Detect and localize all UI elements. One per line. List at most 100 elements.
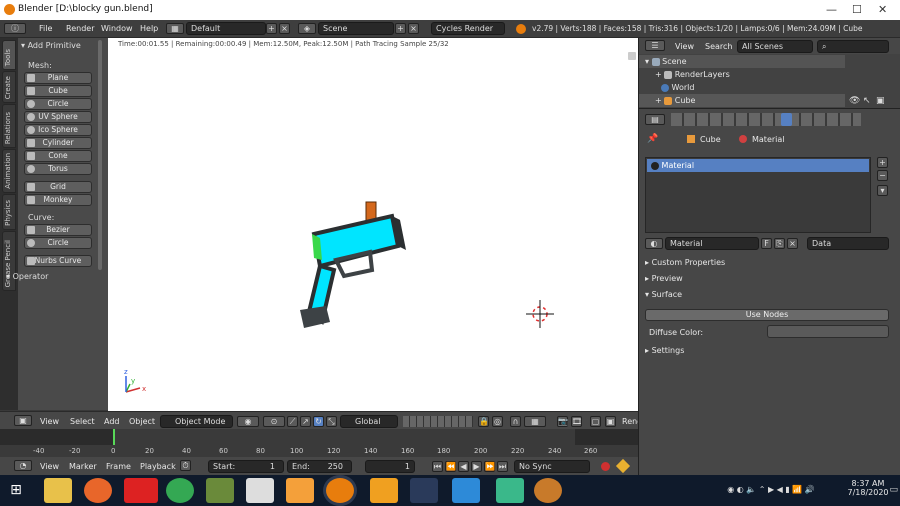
3d-cursor[interactable] bbox=[526, 300, 554, 328]
fake-user-button[interactable]: F bbox=[761, 238, 772, 249]
layer-buttons[interactable] bbox=[403, 416, 473, 427]
jump-end-button[interactable]: ⏭ bbox=[497, 461, 508, 472]
panel-settings[interactable]: ▸ Settings bbox=[645, 344, 895, 358]
play-button[interactable]: ▶ bbox=[471, 461, 482, 472]
tab-grease-pencil[interactable]: Grease Pencil bbox=[2, 231, 16, 291]
proportional-edit-button[interactable]: ◎ bbox=[492, 416, 503, 427]
shield-app-icon[interactable] bbox=[534, 478, 562, 503]
outliner-menu-search[interactable]: Search bbox=[705, 42, 732, 51]
add-primitive-header[interactable]: ▾ Add Primitive bbox=[21, 41, 81, 50]
panel-custom-properties[interactable]: ▸ Custom Properties bbox=[645, 256, 895, 270]
timeline-menu-playback[interactable]: Playback bbox=[140, 462, 176, 471]
scene-selector[interactable]: Scene bbox=[318, 22, 394, 35]
steam-icon[interactable] bbox=[410, 478, 438, 503]
outliner-item-scene[interactable]: ▾ Scene bbox=[639, 55, 845, 68]
menu-file[interactable]: File bbox=[39, 24, 52, 33]
rotate-manipulator[interactable]: ↻ bbox=[313, 416, 324, 427]
play-reverse-button[interactable]: ◀ bbox=[458, 461, 469, 472]
panel-surface[interactable]: ▾ Surface bbox=[645, 288, 895, 302]
lock-layers-button[interactable]: 🔒 bbox=[478, 416, 489, 427]
gun-model[interactable] bbox=[300, 201, 406, 328]
minimize-button[interactable]: — bbox=[826, 3, 837, 16]
mode-selector[interactable]: Object Mode bbox=[160, 415, 233, 428]
add-circle-button[interactable]: Circle bbox=[24, 98, 92, 110]
viewport-menu-select[interactable]: Select bbox=[70, 417, 95, 426]
editor-type-cube-icon[interactable]: ▣ bbox=[14, 415, 32, 426]
scratch-icon[interactable] bbox=[286, 478, 314, 503]
menu-window[interactable]: Window bbox=[101, 24, 133, 33]
operator-panel-header[interactable]: ▾ Operator bbox=[6, 272, 48, 281]
properties-editor-icon[interactable]: ▤ bbox=[645, 114, 665, 125]
tray-icons[interactable]: ◉ ◐ 🔈 ⌃ ▶ ◀ ▮ 📶 🔊 bbox=[716, 485, 826, 495]
opengl-anim-button[interactable]: 🎞 bbox=[571, 416, 582, 427]
keying-set-icon[interactable] bbox=[615, 458, 631, 474]
viewport-menu-object[interactable]: Object bbox=[129, 417, 155, 426]
timeline-menu-view[interactable]: View bbox=[40, 462, 59, 471]
minecraft-icon[interactable] bbox=[206, 478, 234, 503]
tab-physics[interactable]: Physics bbox=[2, 194, 16, 230]
cube-app-icon[interactable] bbox=[496, 478, 524, 503]
scale-manipulator[interactable]: ⤡ bbox=[326, 416, 337, 427]
3d-viewport[interactable]: Time:00:01.55 | Remaining:00:00.49 | Mem… bbox=[108, 38, 638, 411]
add-grid-button[interactable]: Grid bbox=[24, 181, 92, 193]
add-uv-sphere-button[interactable]: UV Sphere bbox=[24, 111, 92, 123]
preview-range-button[interactable]: ⏱ bbox=[180, 460, 191, 471]
scene-icon[interactable]: ◈ bbox=[298, 23, 316, 34]
menu-render[interactable]: Render bbox=[66, 24, 94, 33]
outliner-menu-view[interactable]: View bbox=[675, 42, 694, 51]
timeline-editor-icon[interactable]: ◔ bbox=[14, 460, 32, 471]
timeline-menu-frame[interactable]: Frame bbox=[106, 462, 131, 471]
add-cone-button[interactable]: Cone bbox=[24, 150, 92, 162]
new-material-button[interactable]: ⎘ bbox=[774, 238, 785, 249]
maximize-button[interactable]: ☐ bbox=[852, 3, 862, 16]
diffuse-color-swatch[interactable] bbox=[767, 325, 889, 338]
layout-selector[interactable]: Default bbox=[186, 22, 266, 35]
prev-keyframe-button[interactable]: ⏪ bbox=[445, 461, 456, 472]
outliner-item-world[interactable]: World bbox=[639, 81, 845, 94]
start-frame-field[interactable]: Start: 1 bbox=[208, 460, 284, 473]
add-monkey-button[interactable]: Monkey bbox=[24, 194, 92, 206]
add-bezier-button[interactable]: Bezier bbox=[24, 224, 92, 236]
render-engine-selector[interactable]: Cycles Render bbox=[431, 22, 505, 35]
current-frame-field[interactable]: 1 bbox=[365, 460, 415, 473]
chrome-icon[interactable] bbox=[166, 478, 194, 503]
manipulator-toggle[interactable]: ⟋ bbox=[287, 416, 298, 427]
end-frame-field[interactable]: End: 250 bbox=[287, 460, 352, 473]
use-nodes-button[interactable]: Use Nodes bbox=[645, 309, 889, 321]
storage-app-icon[interactable] bbox=[370, 478, 398, 503]
add-slot-button[interactable]: + bbox=[877, 157, 888, 168]
link-selector[interactable]: Data bbox=[807, 237, 889, 250]
snap-element-button[interactable]: ▦ bbox=[524, 416, 546, 427]
outliner-filter-selector[interactable]: All Scenes bbox=[737, 40, 813, 53]
translate-manipulator[interactable]: ↗ bbox=[300, 416, 311, 427]
tab-animation[interactable]: Animation bbox=[2, 149, 16, 193]
viewport-menu-view[interactable]: View bbox=[40, 417, 59, 426]
outliner-render-icon[interactable]: ▣ bbox=[876, 96, 885, 106]
unlink-material-button[interactable]: × bbox=[787, 238, 798, 249]
scene-add-button[interactable]: + bbox=[395, 23, 406, 34]
add-torus-button[interactable]: Torus bbox=[24, 163, 92, 175]
add-curve-circle-button[interactable]: Circle bbox=[24, 237, 92, 249]
tab-create[interactable]: Create bbox=[2, 71, 16, 103]
sync-selector[interactable]: No Sync bbox=[514, 460, 590, 473]
record-button[interactable] bbox=[601, 462, 610, 471]
camera-app-icon[interactable] bbox=[452, 478, 480, 503]
penguin-app-icon[interactable] bbox=[246, 478, 274, 503]
opera-icon[interactable] bbox=[124, 478, 158, 503]
file-explorer-icon[interactable] bbox=[44, 478, 72, 503]
layout-remove-button[interactable]: × bbox=[279, 23, 290, 34]
timeline[interactable]: -40 -20 0 20 40 60 80 100 120 140 160 18… bbox=[0, 429, 638, 457]
add-cube-button[interactable]: Cube bbox=[24, 85, 92, 97]
system-tray[interactable]: ◉ ◐ 🔈 ⌃ ▶ ◀ ▮ 📶 🔊 8:37 AM 7/18/2020 bbox=[727, 479, 896, 497]
close-button[interactable]: ✕ bbox=[878, 3, 887, 16]
render-border-button[interactable]: ▢ bbox=[590, 416, 601, 427]
outliner-eye-icon[interactable]: 👁 bbox=[849, 96, 860, 106]
blender-taskbar-icon[interactable] bbox=[326, 478, 354, 503]
add-plane-button[interactable]: Plane bbox=[24, 72, 92, 84]
remove-slot-button[interactable]: − bbox=[877, 170, 888, 181]
snap-toggle[interactable]: ∩ bbox=[510, 416, 521, 427]
notification-icon[interactable]: ▭ bbox=[889, 485, 898, 495]
outliner-search-field[interactable]: ⌕ bbox=[817, 40, 889, 53]
tab-relations[interactable]: Relations bbox=[2, 104, 16, 148]
shading-button[interactable]: ◉ bbox=[237, 416, 259, 427]
